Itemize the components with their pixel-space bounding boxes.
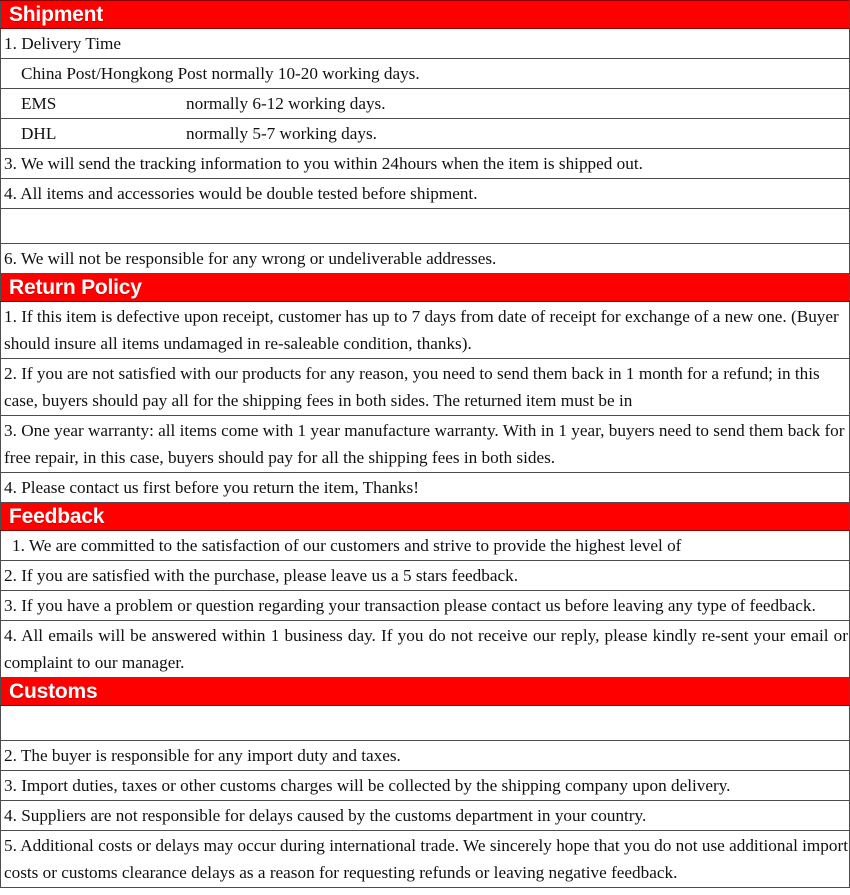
table-row: 1. If this item is defective upon receip… [0, 301, 850, 359]
shipment-blank-row [1, 209, 849, 243]
shipment-method-china-post: China Post/Hongkong Post normally 10-20 … [21, 64, 420, 83]
feedback-item-3: 3. If you have a problem or question reg… [4, 596, 816, 615]
section-header-feedback: Feedback [0, 502, 850, 531]
table-row-spacer [0, 705, 850, 741]
shipment-method-ems-name: EMS [21, 94, 57, 113]
return-policy-item-3: 3. One year warranty: all items come wit… [4, 421, 845, 467]
shipment-method-dhl-time: normally 5-7 working days. [186, 124, 377, 143]
return-policy-item-1: 1. If this item is defective upon receip… [4, 307, 839, 353]
section-header-customs: Customs [0, 677, 850, 706]
section-heading-customs: Customs [9, 680, 98, 703]
shipment-item-1: 1. Delivery Time [4, 34, 121, 53]
shipping-policy-table: Shipment 1. Delivery Time China Post/Hon… [0, 0, 850, 888]
shipment-item-6: 6. We will not be responsible for any wr… [4, 249, 497, 268]
table-row: 4. All emails will be answered within 1 … [0, 620, 850, 678]
table-row: EMS normally 6-12 working days. [0, 88, 850, 119]
shipment-item-4: 4. All items and accessories would be do… [4, 184, 478, 203]
table-row: 4. Please contact us first before you re… [0, 472, 850, 503]
table-row: 3. If you have a problem or question reg… [0, 590, 850, 621]
table-row: 1. We are committed to the satisfaction … [0, 530, 850, 561]
table-row: 3. We will send the tracking information… [0, 148, 850, 179]
shipment-method-ems-time: normally 6-12 working days. [186, 94, 386, 113]
section-heading-return-policy: Return Policy [9, 276, 142, 299]
section-heading-feedback: Feedback [9, 505, 105, 528]
customs-blank-row [1, 706, 849, 740]
table-row: 5. Additional costs or delays may occur … [0, 830, 850, 888]
shipment-item-3: 3. We will send the tracking information… [4, 154, 643, 173]
table-row: 1. Delivery Time [0, 28, 850, 59]
table-row: 6. We will not be responsible for any wr… [0, 243, 850, 274]
table-row: 2. If you are not satisfied with our pro… [0, 358, 850, 416]
section-header-return-policy: Return Policy [0, 273, 850, 302]
customs-item-2: 2. The buyer is responsible for any impo… [4, 746, 401, 765]
feedback-item-2: 2. If you are satisfied with the purchas… [4, 566, 518, 585]
customs-item-4: 4. Suppliers are not responsible for del… [4, 806, 647, 825]
shipment-method-dhl-name: DHL [21, 124, 57, 143]
table-row: 4. Suppliers are not responsible for del… [0, 800, 850, 831]
customs-item-5: 5. Additional costs or delays may occur … [4, 836, 848, 882]
table-row: DHL normally 5-7 working days. [0, 118, 850, 149]
table-row: 2. The buyer is responsible for any impo… [0, 740, 850, 771]
feedback-item-1: 1. We are committed to the satisfaction … [12, 536, 682, 555]
customs-item-3: 3. Import duties, taxes or other customs… [4, 776, 731, 795]
table-row: 3. Import duties, taxes or other customs… [0, 770, 850, 801]
table-row: 4. All items and accessories would be do… [0, 178, 850, 209]
return-policy-item-4: 4. Please contact us first before you re… [4, 478, 419, 497]
feedback-item-4: 4. All emails will be answered within 1 … [4, 626, 848, 672]
section-heading-shipment: Shipment [9, 3, 104, 26]
table-row-spacer [0, 208, 850, 244]
section-header-shipment: Shipment [0, 0, 850, 29]
table-row: China Post/Hongkong Post normally 10-20 … [0, 58, 850, 89]
table-row: 3. One year warranty: all items come wit… [0, 415, 850, 473]
return-policy-item-2: 2. If you are not satisfied with our pro… [4, 364, 820, 410]
table-row: 2. If you are satisfied with the purchas… [0, 560, 850, 591]
